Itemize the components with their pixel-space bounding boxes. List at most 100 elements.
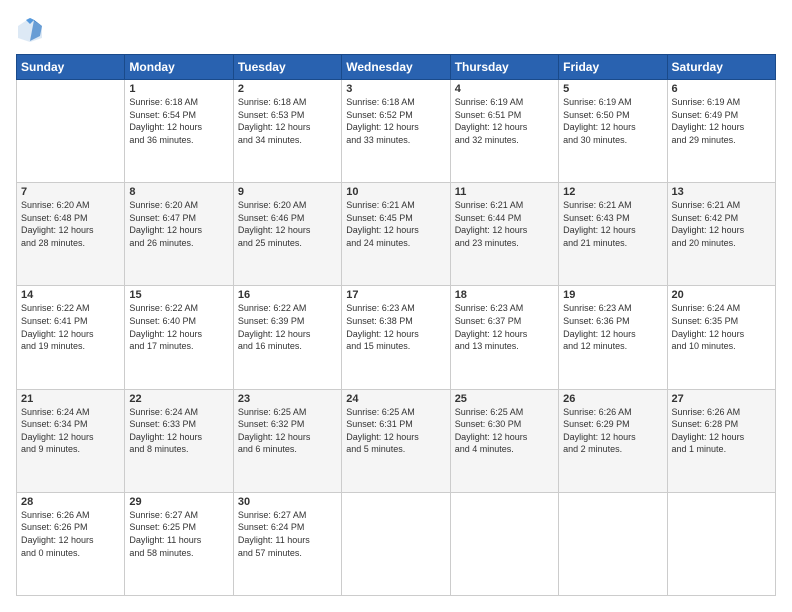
day-info: Sunrise: 6:26 AM Sunset: 6:29 PM Dayligh…	[563, 406, 662, 456]
calendar-cell: 1Sunrise: 6:18 AM Sunset: 6:54 PM Daylig…	[125, 80, 233, 183]
day-number: 1	[129, 83, 228, 95]
calendar-header-monday: Monday	[125, 55, 233, 80]
day-info: Sunrise: 6:23 AM Sunset: 6:36 PM Dayligh…	[563, 302, 662, 352]
day-info: Sunrise: 6:18 AM Sunset: 6:53 PM Dayligh…	[238, 96, 337, 146]
calendar-cell: 23Sunrise: 6:25 AM Sunset: 6:32 PM Dayli…	[233, 389, 341, 492]
day-number: 12	[563, 186, 662, 198]
day-number: 27	[672, 393, 771, 405]
day-number: 8	[129, 186, 228, 198]
calendar-cell: 17Sunrise: 6:23 AM Sunset: 6:38 PM Dayli…	[342, 286, 450, 389]
calendar-cell: 20Sunrise: 6:24 AM Sunset: 6:35 PM Dayli…	[667, 286, 775, 389]
calendar-week-row: 14Sunrise: 6:22 AM Sunset: 6:41 PM Dayli…	[17, 286, 776, 389]
calendar-header-friday: Friday	[559, 55, 667, 80]
calendar-cell: 18Sunrise: 6:23 AM Sunset: 6:37 PM Dayli…	[450, 286, 558, 389]
day-number: 23	[238, 393, 337, 405]
day-number: 4	[455, 83, 554, 95]
calendar-cell	[450, 492, 558, 595]
day-info: Sunrise: 6:20 AM Sunset: 6:47 PM Dayligh…	[129, 199, 228, 249]
calendar-cell: 28Sunrise: 6:26 AM Sunset: 6:26 PM Dayli…	[17, 492, 125, 595]
day-info: Sunrise: 6:25 AM Sunset: 6:32 PM Dayligh…	[238, 406, 337, 456]
day-number: 20	[672, 289, 771, 301]
day-info: Sunrise: 6:26 AM Sunset: 6:28 PM Dayligh…	[672, 406, 771, 456]
day-number: 30	[238, 496, 337, 508]
calendar-week-row: 28Sunrise: 6:26 AM Sunset: 6:26 PM Dayli…	[17, 492, 776, 595]
day-info: Sunrise: 6:19 AM Sunset: 6:49 PM Dayligh…	[672, 96, 771, 146]
day-info: Sunrise: 6:18 AM Sunset: 6:54 PM Dayligh…	[129, 96, 228, 146]
calendar-cell: 26Sunrise: 6:26 AM Sunset: 6:29 PM Dayli…	[559, 389, 667, 492]
day-number: 29	[129, 496, 228, 508]
calendar-cell: 4Sunrise: 6:19 AM Sunset: 6:51 PM Daylig…	[450, 80, 558, 183]
day-info: Sunrise: 6:22 AM Sunset: 6:40 PM Dayligh…	[129, 302, 228, 352]
day-number: 5	[563, 83, 662, 95]
day-number: 9	[238, 186, 337, 198]
calendar-cell: 8Sunrise: 6:20 AM Sunset: 6:47 PM Daylig…	[125, 183, 233, 286]
calendar-cell: 19Sunrise: 6:23 AM Sunset: 6:36 PM Dayli…	[559, 286, 667, 389]
day-info: Sunrise: 6:24 AM Sunset: 6:33 PM Dayligh…	[129, 406, 228, 456]
day-number: 26	[563, 393, 662, 405]
day-info: Sunrise: 6:20 AM Sunset: 6:46 PM Dayligh…	[238, 199, 337, 249]
calendar-cell: 14Sunrise: 6:22 AM Sunset: 6:41 PM Dayli…	[17, 286, 125, 389]
calendar-cell: 3Sunrise: 6:18 AM Sunset: 6:52 PM Daylig…	[342, 80, 450, 183]
calendar-header-row: SundayMondayTuesdayWednesdayThursdayFrid…	[17, 55, 776, 80]
day-number: 18	[455, 289, 554, 301]
calendar-cell	[17, 80, 125, 183]
day-number: 10	[346, 186, 445, 198]
calendar-cell: 29Sunrise: 6:27 AM Sunset: 6:25 PM Dayli…	[125, 492, 233, 595]
calendar-header-wednesday: Wednesday	[342, 55, 450, 80]
day-info: Sunrise: 6:25 AM Sunset: 6:31 PM Dayligh…	[346, 406, 445, 456]
day-number: 25	[455, 393, 554, 405]
calendar-cell	[667, 492, 775, 595]
day-info: Sunrise: 6:23 AM Sunset: 6:38 PM Dayligh…	[346, 302, 445, 352]
day-number: 28	[21, 496, 120, 508]
day-number: 15	[129, 289, 228, 301]
page: SundayMondayTuesdayWednesdayThursdayFrid…	[0, 0, 792, 612]
day-number: 7	[21, 186, 120, 198]
calendar-cell: 24Sunrise: 6:25 AM Sunset: 6:31 PM Dayli…	[342, 389, 450, 492]
day-number: 16	[238, 289, 337, 301]
calendar-cell: 6Sunrise: 6:19 AM Sunset: 6:49 PM Daylig…	[667, 80, 775, 183]
calendar-cell	[342, 492, 450, 595]
logo	[16, 16, 48, 44]
day-info: Sunrise: 6:19 AM Sunset: 6:51 PM Dayligh…	[455, 96, 554, 146]
day-info: Sunrise: 6:24 AM Sunset: 6:35 PM Dayligh…	[672, 302, 771, 352]
calendar-week-row: 21Sunrise: 6:24 AM Sunset: 6:34 PM Dayli…	[17, 389, 776, 492]
day-number: 6	[672, 83, 771, 95]
day-info: Sunrise: 6:21 AM Sunset: 6:44 PM Dayligh…	[455, 199, 554, 249]
calendar-cell: 7Sunrise: 6:20 AM Sunset: 6:48 PM Daylig…	[17, 183, 125, 286]
calendar-cell: 22Sunrise: 6:24 AM Sunset: 6:33 PM Dayli…	[125, 389, 233, 492]
day-info: Sunrise: 6:20 AM Sunset: 6:48 PM Dayligh…	[21, 199, 120, 249]
day-info: Sunrise: 6:19 AM Sunset: 6:50 PM Dayligh…	[563, 96, 662, 146]
day-number: 2	[238, 83, 337, 95]
calendar-cell: 2Sunrise: 6:18 AM Sunset: 6:53 PM Daylig…	[233, 80, 341, 183]
day-info: Sunrise: 6:25 AM Sunset: 6:30 PM Dayligh…	[455, 406, 554, 456]
day-number: 14	[21, 289, 120, 301]
calendar-cell	[559, 492, 667, 595]
calendar-header-saturday: Saturday	[667, 55, 775, 80]
calendar-cell: 11Sunrise: 6:21 AM Sunset: 6:44 PM Dayli…	[450, 183, 558, 286]
calendar-cell: 13Sunrise: 6:21 AM Sunset: 6:42 PM Dayli…	[667, 183, 775, 286]
calendar-cell: 27Sunrise: 6:26 AM Sunset: 6:28 PM Dayli…	[667, 389, 775, 492]
calendar-cell: 25Sunrise: 6:25 AM Sunset: 6:30 PM Dayli…	[450, 389, 558, 492]
calendar-cell: 15Sunrise: 6:22 AM Sunset: 6:40 PM Dayli…	[125, 286, 233, 389]
day-info: Sunrise: 6:21 AM Sunset: 6:45 PM Dayligh…	[346, 199, 445, 249]
calendar-cell: 12Sunrise: 6:21 AM Sunset: 6:43 PM Dayli…	[559, 183, 667, 286]
day-info: Sunrise: 6:21 AM Sunset: 6:43 PM Dayligh…	[563, 199, 662, 249]
logo-icon	[16, 16, 44, 44]
calendar-cell: 16Sunrise: 6:22 AM Sunset: 6:39 PM Dayli…	[233, 286, 341, 389]
day-info: Sunrise: 6:24 AM Sunset: 6:34 PM Dayligh…	[21, 406, 120, 456]
day-number: 13	[672, 186, 771, 198]
day-info: Sunrise: 6:27 AM Sunset: 6:25 PM Dayligh…	[129, 509, 228, 559]
calendar-cell: 9Sunrise: 6:20 AM Sunset: 6:46 PM Daylig…	[233, 183, 341, 286]
calendar-header-tuesday: Tuesday	[233, 55, 341, 80]
day-info: Sunrise: 6:27 AM Sunset: 6:24 PM Dayligh…	[238, 509, 337, 559]
day-number: 11	[455, 186, 554, 198]
calendar-cell: 21Sunrise: 6:24 AM Sunset: 6:34 PM Dayli…	[17, 389, 125, 492]
day-number: 22	[129, 393, 228, 405]
day-info: Sunrise: 6:26 AM Sunset: 6:26 PM Dayligh…	[21, 509, 120, 559]
day-info: Sunrise: 6:22 AM Sunset: 6:39 PM Dayligh…	[238, 302, 337, 352]
calendar-week-row: 7Sunrise: 6:20 AM Sunset: 6:48 PM Daylig…	[17, 183, 776, 286]
day-info: Sunrise: 6:18 AM Sunset: 6:52 PM Dayligh…	[346, 96, 445, 146]
calendar-week-row: 1Sunrise: 6:18 AM Sunset: 6:54 PM Daylig…	[17, 80, 776, 183]
header	[16, 16, 776, 44]
day-number: 17	[346, 289, 445, 301]
